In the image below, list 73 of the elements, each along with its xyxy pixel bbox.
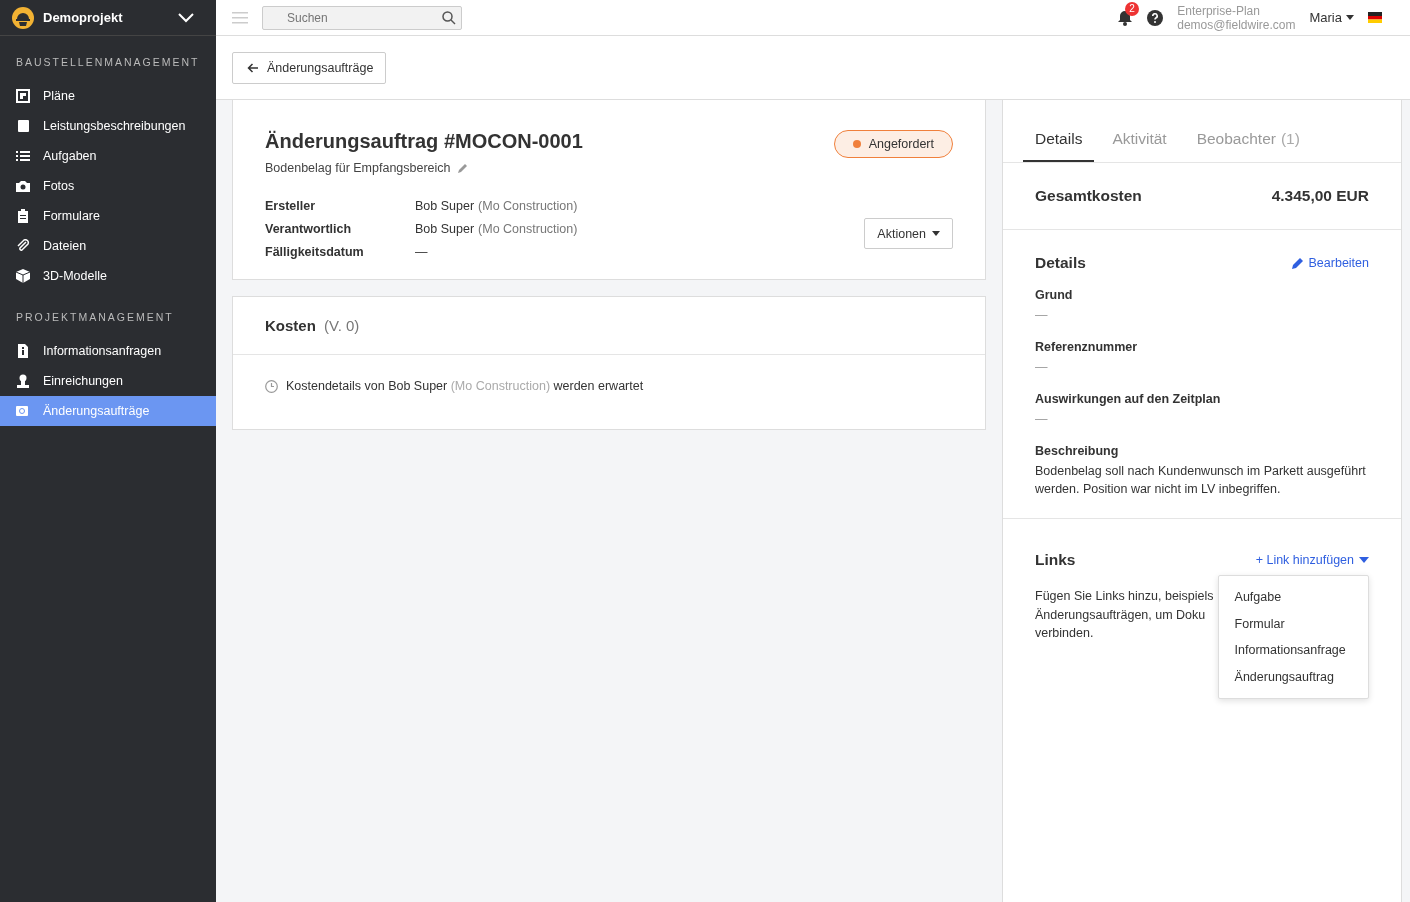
links-hint-line: Fügen Sie Links hinzu, beispiels: [1035, 588, 1214, 605]
sidebar-item[interactable]: Informationsanfragen: [0, 336, 216, 366]
details-title: Details: [1035, 254, 1086, 272]
field-label: Verantwortlich: [265, 222, 353, 236]
detail-value: —: [1035, 411, 1049, 428]
menu-item[interactable]: Formular: [1218, 610, 1368, 637]
sidebar-item[interactable]: Einreichungen: [0, 366, 216, 396]
caret-icon: [1346, 15, 1354, 20]
edit-link[interactable]: Bearbeiten: [1291, 256, 1369, 270]
costs-message: Kostendetails von Bob Super (Mo Construction) werden erwartet: [286, 379, 644, 393]
field-label: Ersteller: [265, 199, 317, 213]
sidebar-section-title: PROJEKTMANAGEMENT: [15, 310, 175, 325]
detail-label: Grund: [1035, 288, 1074, 302]
search-field[interactable]: Suchen: [262, 5, 462, 30]
sidebar-section-title: BAUSTELLENMANAGEMENT: [15, 55, 201, 70]
pencil-icon[interactable]: [456, 162, 468, 174]
field-value: —: [415, 245, 429, 259]
flag-icon[interactable]: [1368, 12, 1382, 23]
field-value: Bob Super (Mo Construction): [415, 222, 578, 236]
helmet-logo-icon: [12, 6, 34, 29]
sidebar-item[interactable]: Leistungsbeschreibungen: [0, 111, 216, 141]
user-menu[interactable]: Maria: [1309, 10, 1354, 25]
detail-value: Bodenbelag soll nach Kundenwunsch im Parkett ausgeführt werden. Position war nicht im LV inbegriffen.: [1035, 463, 1367, 498]
detail-label: Referenznummer: [1035, 340, 1139, 354]
pencil-icon: [1291, 257, 1304, 269]
photos-icon: [16, 404, 30, 418]
clock-icon: [265, 379, 278, 393]
detail-label: Beschreibung: [1035, 444, 1120, 458]
cube-icon: [16, 269, 30, 283]
status-badge: Angefordert: [833, 130, 953, 158]
sidebar-item[interactable]: Pläne: [0, 81, 216, 111]
list-icon: [16, 149, 30, 163]
detail-value: —: [1035, 307, 1049, 324]
add-link-button[interactable]: + Link hinzufügen: [1255, 553, 1369, 567]
sidebar-item[interactable]: Dateien: [0, 231, 216, 261]
total-label: Gesamtkosten: [1035, 187, 1142, 205]
links-hint-line: Änderungsaufträgen, um Doku: [1035, 606, 1206, 624]
account-email: demos@fieldwire.com: [1177, 17, 1296, 32]
project-name[interactable]: Demoprojekt: [43, 10, 169, 25]
detail-value: —: [1035, 359, 1049, 376]
menu-item[interactable]: Informationsanfrage: [1218, 637, 1368, 664]
arrow-left-icon: [247, 62, 259, 73]
help-icon[interactable]: [1147, 9, 1164, 26]
notification-badge: 2: [1125, 1, 1139, 16]
plan-icon: [16, 89, 30, 103]
menu-item[interactable]: Aufgabe: [1218, 584, 1368, 611]
sidebar-item[interactable]: Aufgaben: [0, 141, 216, 171]
search-icon[interactable]: [442, 10, 456, 25]
links-title: Links: [1035, 551, 1076, 569]
costs-title: Kosten (V. 0): [265, 317, 360, 334]
order-title: Änderungsauftrag #MOCON-0001: [265, 130, 583, 153]
menu-item[interactable]: Änderungsauftrag: [1218, 663, 1368, 690]
back-button[interactable]: Änderungsaufträge: [232, 51, 387, 84]
caret-icon: [932, 231, 940, 236]
info-document-icon: [16, 344, 30, 358]
detail-label: Auswirkungen auf den Zeitplan: [1035, 392, 1222, 406]
field-label: Fälligkeitsdatum: [265, 245, 365, 259]
order-subtitle: Bodenbelag für Empfangsbereich: [265, 161, 451, 175]
sidebar-item[interactable]: Fotos: [0, 171, 216, 201]
sidebar-item[interactable]: Formulare: [0, 201, 216, 231]
plan-name: Enterprise-Plan: [1177, 3, 1261, 18]
links-hint-line: verbinden.: [1035, 625, 1094, 642]
sidebar-item[interactable]: 3D-Modelle: [0, 261, 216, 291]
chevron-down-icon[interactable]: [178, 12, 194, 23]
camera-icon: [16, 179, 30, 193]
stamp-icon: [16, 374, 30, 388]
paperclip-icon: [16, 239, 30, 253]
panel-tab[interactable]: Details: [1023, 122, 1095, 162]
field-value: Bob Super (Mo Construction): [415, 199, 578, 213]
actions-button[interactable]: Aktionen: [864, 218, 953, 249]
clipboard-icon: [16, 209, 30, 223]
total-value: 4.345,00 EUR: [1271, 187, 1369, 205]
caret-icon: [1359, 557, 1369, 563]
